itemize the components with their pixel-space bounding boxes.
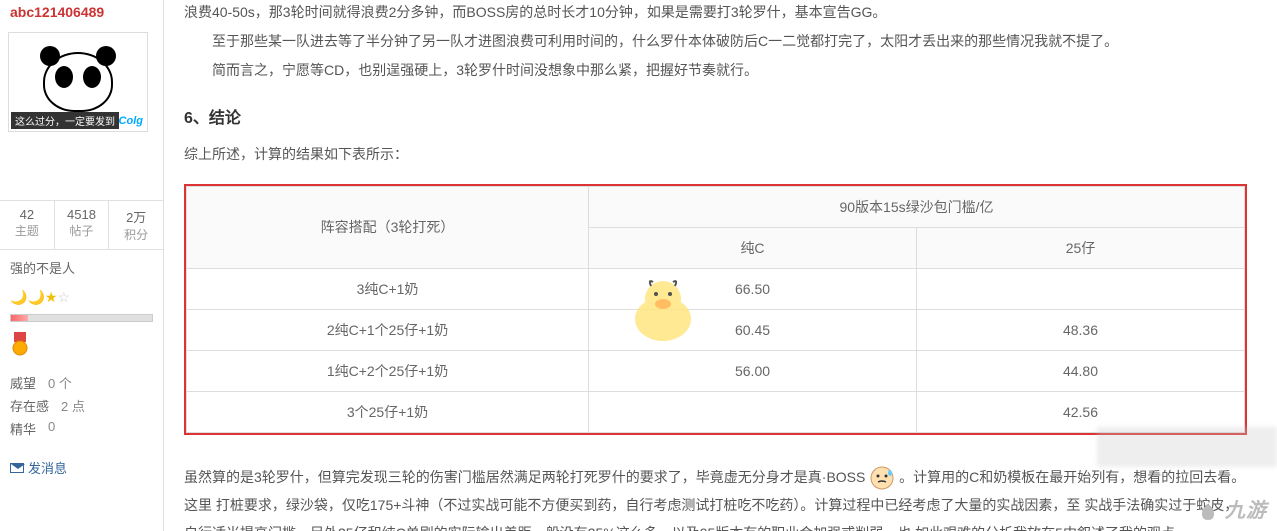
user-meta-list: 威望 0 个 存在感 2 点 精华 0	[0, 365, 163, 450]
td-25: 44.80	[916, 350, 1244, 391]
table-row: 2纯C+1个25仔+1奶 60.45 48.36	[187, 309, 1245, 350]
table-row: 3个25仔+1奶 42.56	[187, 391, 1245, 432]
mail-icon	[10, 463, 24, 473]
send-message-link[interactable]: 发消息	[0, 450, 163, 485]
td-pure	[589, 391, 917, 432]
meta-presence: 存在感 2 点	[10, 396, 153, 415]
conclusion-paragraph: 虽然算的是3轮罗什，但算完发现三轮的伤害门槛居然满足两轮打死罗什的要求了，毕竟虚…	[184, 463, 1247, 531]
medal-row	[0, 326, 163, 365]
text-span: 虽然算的是3轮罗什，但算完发现三轮的伤害门槛居然满足两轮打死罗什的要求了，毕竟虚…	[184, 469, 865, 485]
stat-posts[interactable]: 4518 帖子	[55, 201, 110, 249]
table-row: 3纯C+1奶 66.50	[187, 268, 1245, 309]
td-comp: 1纯C+2个25仔+1奶	[187, 350, 589, 391]
table-header-row: 阵容搭配（3轮打死） 90版本15s绿沙包门槛/亿	[187, 186, 1245, 227]
avatar-caption: 这么过分，一定要发到	[11, 112, 119, 129]
text-span: 如此艰难的分析我放在5中叙述了我的观点。	[915, 525, 1189, 531]
stat-num: 2万	[109, 207, 163, 226]
meta-essence: 精华 0	[10, 419, 153, 438]
send-msg-label: 发消息	[28, 458, 67, 477]
watermark-text: 九游	[1225, 500, 1267, 522]
star-icon: ★	[45, 289, 58, 305]
meta-label: 精华	[10, 419, 36, 438]
td-comp: 3个25仔+1奶	[187, 391, 589, 432]
td-25	[916, 268, 1244, 309]
user-rank-title: 强的不是人	[0, 250, 163, 285]
stat-label: 积分	[109, 226, 163, 243]
results-table-wrap: 阵容搭配（3轮打死） 90版本15s绿沙包门槛/亿 纯C 25仔 3纯C+1奶 …	[184, 184, 1247, 435]
meta-label: 威望	[10, 373, 36, 392]
meta-value: 0 个	[48, 373, 72, 392]
paragraph: 至于那些某一队进去等了半分钟了另一队才进图浪费可利用时间的，什么罗什本体破防后C…	[184, 29, 1247, 54]
sweat-emoji-icon	[869, 465, 895, 491]
text-span: 打桩要求，绿沙袋，仅吃175+斗神（不过实战可能不方便买到药，自行考虑测试打桩吃…	[216, 497, 1081, 513]
section-heading: 6、结论	[184, 104, 1247, 128]
td-25: 48.36	[916, 309, 1244, 350]
th-25: 25仔	[916, 227, 1244, 268]
summary-text: 综上所述，计算的结果如下表所示：	[184, 144, 1247, 164]
colg-badge-icon: Colg	[119, 115, 143, 127]
meta-value: 0	[48, 419, 55, 438]
blur-overlay	[1097, 427, 1277, 467]
stat-num: 42	[0, 207, 54, 222]
td-comp: 3纯C+1奶	[187, 268, 589, 309]
stat-num: 4518	[55, 207, 109, 222]
th-composition: 阵容搭配（3轮打死）	[187, 186, 589, 268]
td-25: 42.56	[916, 391, 1244, 432]
paragraph: 浪费40-50s，那3轮时间就得浪费2分多钟，而BOSS房的总时长才10分钟，如…	[184, 0, 1247, 25]
star-empty-icon: ☆	[57, 289, 70, 305]
moon-icon: 🌙	[10, 289, 27, 305]
table-row: 1纯C+2个25仔+1奶 56.00 44.80	[187, 350, 1245, 391]
stat-points[interactable]: 2万 积分	[109, 201, 163, 249]
user-sidebar: abc121406489 这么过分，一定要发到 Colg 42 主题 4518 …	[0, 0, 164, 531]
duck-watermark-icon	[623, 274, 703, 344]
stat-label: 主题	[0, 222, 54, 239]
medal-icon	[10, 332, 30, 356]
stat-label: 帖子	[55, 222, 109, 239]
results-table: 阵容搭配（3轮打死） 90版本15s绿沙包门槛/亿 纯C 25仔 3纯C+1奶 …	[186, 186, 1245, 433]
paragraph: 简而言之，宁愿等CD，也别逞强硬上，3轮罗什时间没想象中那么紧，把握好节奏就行。	[184, 58, 1247, 83]
avatar-container: 这么过分，一定要发到 Colg	[0, 24, 163, 140]
moon-icon: 🌙	[27, 289, 44, 305]
post-content: 浪费40-50s，那3轮时间就得浪费2分多钟，而BOSS房的总时长才10分钟，如…	[164, 0, 1277, 531]
stat-topics[interactable]: 42 主题	[0, 201, 55, 249]
watermark-logo-icon	[1198, 502, 1218, 522]
td-pure: 56.00	[589, 350, 917, 391]
th-pure-c: 纯C	[589, 227, 917, 268]
site-watermark: 九游	[1198, 494, 1267, 523]
meta-label: 存在感	[10, 396, 49, 415]
th-threshold: 90版本15s绿沙包门槛/亿	[589, 186, 1245, 227]
user-avatar[interactable]: 这么过分，一定要发到 Colg	[8, 32, 148, 132]
td-comp: 2纯C+1个25仔+1奶	[187, 309, 589, 350]
meta-value: 2 点	[61, 396, 85, 415]
meta-prestige: 威望 0 个	[10, 373, 153, 392]
user-rating: 🌙🌙★☆	[0, 285, 163, 310]
exp-progress	[0, 310, 163, 326]
user-stats-row: 42 主题 4518 帖子 2万 积分	[0, 200, 163, 250]
username-link[interactable]: abc121406489	[0, 0, 163, 24]
